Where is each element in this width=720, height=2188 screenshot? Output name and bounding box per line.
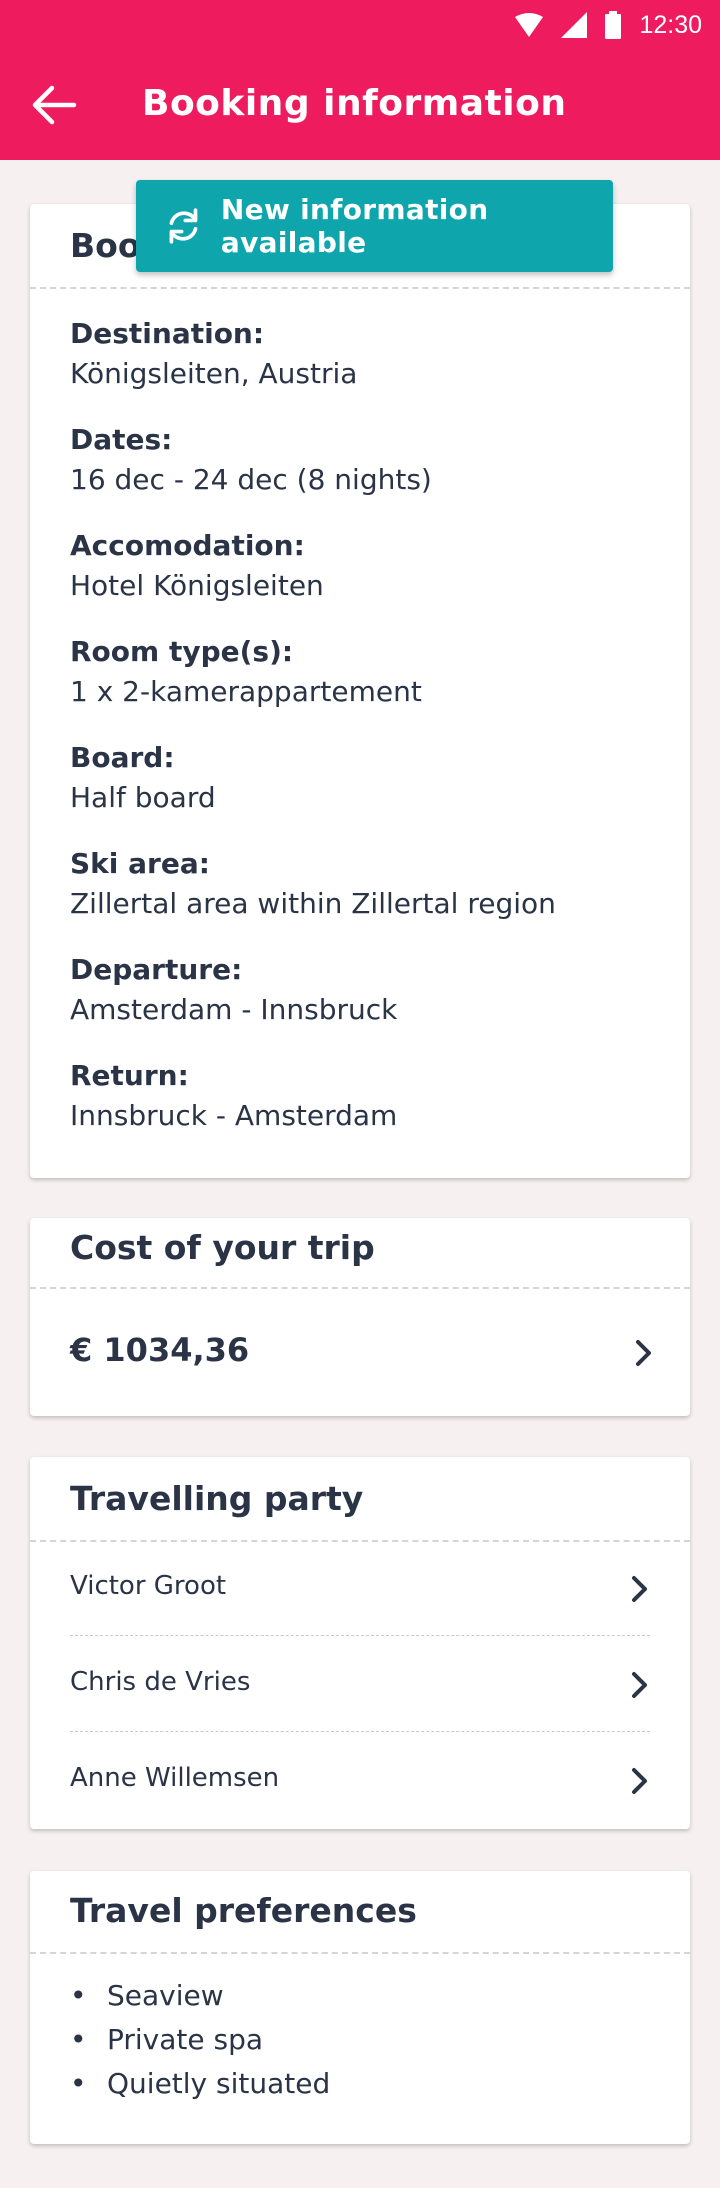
chevron-right-icon (632, 1576, 647, 1602)
field-value: Innsbruck - Amsterdam (70, 1099, 398, 1132)
preferences-card-title: Travel preferences (70, 1891, 417, 1930)
back-arrow-icon[interactable] (30, 80, 80, 130)
party-card-title: Travelling party (70, 1479, 364, 1518)
party-member-row[interactable]: Anne Willemsen (70, 1733, 650, 1829)
preference-item: • Private spa (70, 2023, 264, 2056)
field-room-type: Room type(s): 1 x 2-kamerappartement (70, 632, 422, 712)
party-member-row[interactable]: Victor Groot (70, 1541, 650, 1637)
party-member-name: Chris de Vries (70, 1667, 251, 1697)
chevron-right-icon (632, 1672, 647, 1698)
preference-item: • Seaview (70, 1979, 224, 2012)
preference-label: Private spa (107, 2023, 264, 2056)
app-bar: Booking information (0, 50, 720, 160)
field-value: Hotel Königsleiten (70, 569, 324, 602)
row-divider (70, 1731, 650, 1732)
preference-label: Quietly situated (107, 2067, 331, 2100)
divider (30, 287, 690, 289)
party-member-name: Anne Willemsen (70, 1763, 280, 1793)
party-member-row[interactable]: Chris de Vries (70, 1637, 650, 1733)
field-dates: Dates: 16 dec - 24 dec (8 nights) (70, 420, 432, 500)
field-value: 1 x 2-kamerappartement (70, 675, 422, 708)
battery-icon (605, 11, 622, 39)
divider (30, 1952, 690, 1954)
field-label: Accomodation: (70, 529, 305, 562)
cost-card-title: Cost of your trip (70, 1228, 375, 1267)
preference-label: Seaview (107, 1979, 224, 2012)
field-board: Board: Half board (70, 738, 216, 818)
cost-row[interactable]: € 1034,36 (30, 1289, 690, 1416)
field-value: Half board (70, 781, 216, 814)
field-label: Departure: (70, 953, 243, 986)
field-return: Return: Innsbruck - Amsterdam (70, 1056, 397, 1136)
field-label: Room type(s): (70, 635, 294, 668)
field-value: 16 dec - 24 dec (8 nights) (70, 463, 432, 496)
new-information-banner[interactable]: New information available (136, 180, 613, 272)
field-label: Board: (70, 741, 175, 774)
field-value: Amsterdam - Innsbruck (70, 993, 398, 1026)
booking-card: Bool Destination: Königsleiten, Austria … (30, 204, 690, 1178)
preference-item: • Quietly situated (70, 2067, 331, 2100)
row-divider (70, 1635, 650, 1636)
field-departure: Departure: Amsterdam - Innsbruck (70, 950, 397, 1030)
banner-label: New information available (220, 193, 489, 259)
field-ski-area: Ski area: Zillertal area within Zillerta… (70, 844, 556, 924)
trip-cost-amount: € 1034,36 (70, 1331, 250, 1369)
field-accommodation: Accomodation: Hotel Königsleiten (70, 526, 324, 606)
field-value: Königsleiten, Austria (70, 357, 358, 390)
field-label: Dates: (70, 423, 173, 456)
status-bar: 12:30 (0, 0, 720, 50)
signal-icon (561, 12, 588, 38)
status-time: 12:30 (639, 10, 702, 39)
page-title: Booking information (142, 83, 567, 124)
refresh-icon (169, 208, 198, 244)
field-destination: Destination: Königsleiten, Austria (70, 314, 357, 394)
booking-card-title: Bool (70, 226, 152, 265)
field-label: Ski area: (70, 847, 210, 880)
chevron-right-icon (632, 1768, 647, 1794)
field-value: Zillertal area within Zillertal region (70, 887, 556, 920)
field-label: Return: (70, 1059, 189, 1092)
party-member-name: Victor Groot (70, 1571, 227, 1601)
travel-preferences-card: Travel preferences • Seaview • Private spa… (30, 1871, 690, 2144)
cost-card: Cost of your trip € 1034,36 (30, 1218, 690, 1416)
wifi-icon (515, 13, 544, 37)
travelling-party-card: Travelling party Victor Groot Chris de V… (30, 1457, 690, 1829)
field-label: Destination: (70, 317, 265, 350)
chevron-right-icon (636, 1340, 651, 1366)
